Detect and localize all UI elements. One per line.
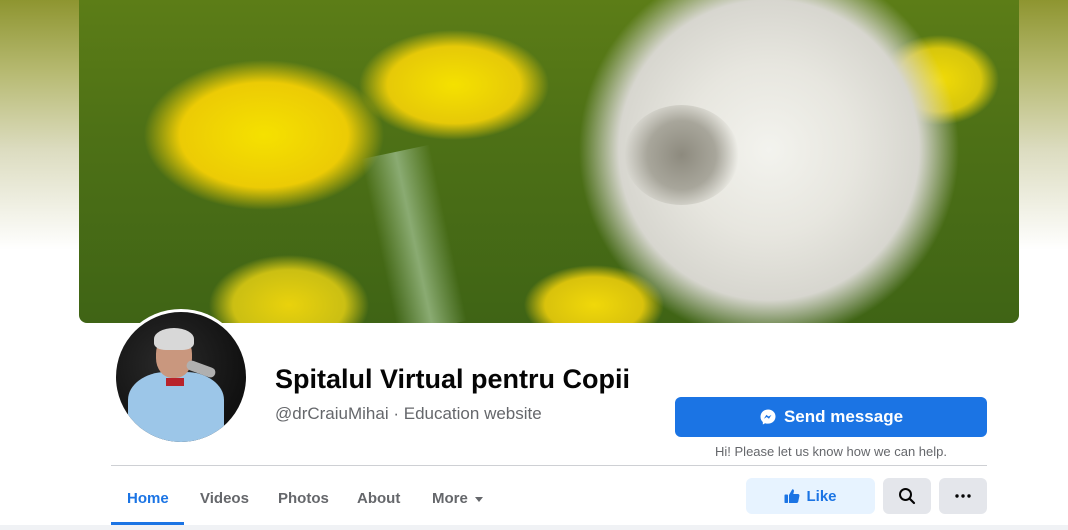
tab-videos-label: Videos: [200, 489, 249, 507]
cover-photo[interactable]: [79, 0, 1019, 323]
ellipsis-icon: [955, 494, 971, 498]
tab-photos-label: Photos: [278, 489, 329, 507]
tab-photos[interactable]: Photos: [278, 478, 329, 518]
feed-background-edge: [0, 525, 1068, 530]
caret-down-icon: [474, 496, 483, 502]
tab-home-label: Home: [127, 489, 169, 507]
header-divider: [111, 465, 987, 466]
like-label: Like: [806, 487, 837, 505]
tab-about[interactable]: About: [357, 478, 400, 518]
cover-photo-stem: [361, 144, 467, 323]
search-button[interactable]: [883, 478, 931, 514]
send-message-button[interactable]: Send message: [675, 397, 987, 437]
tab-home[interactable]: Home: [127, 478, 169, 518]
avatar-person-hair: [154, 328, 194, 350]
send-message-label: Send message: [783, 407, 904, 426]
help-text: Hi! Please let us know how we can help.: [715, 444, 947, 459]
tab-more-label: More: [432, 489, 468, 507]
tab-more[interactable]: More: [432, 478, 483, 518]
profile-picture-image: [116, 312, 246, 442]
page-handle-category: @drCraiuMihai · Education website: [275, 404, 542, 423]
messenger-icon: [760, 409, 776, 425]
cover-photo-dandelion-center: [624, 105, 739, 205]
page-title: Spitalul Virtual pentru Copii: [275, 364, 631, 394]
avatar-bowtie: [166, 378, 184, 386]
thumbs-up-icon: [784, 489, 800, 503]
tab-videos[interactable]: Videos: [200, 478, 249, 518]
search-icon: [899, 488, 916, 505]
like-button[interactable]: Like: [746, 478, 875, 514]
profile-picture[interactable]: [113, 309, 249, 445]
tab-about-label: About: [357, 489, 401, 507]
more-options-button[interactable]: [939, 478, 987, 514]
